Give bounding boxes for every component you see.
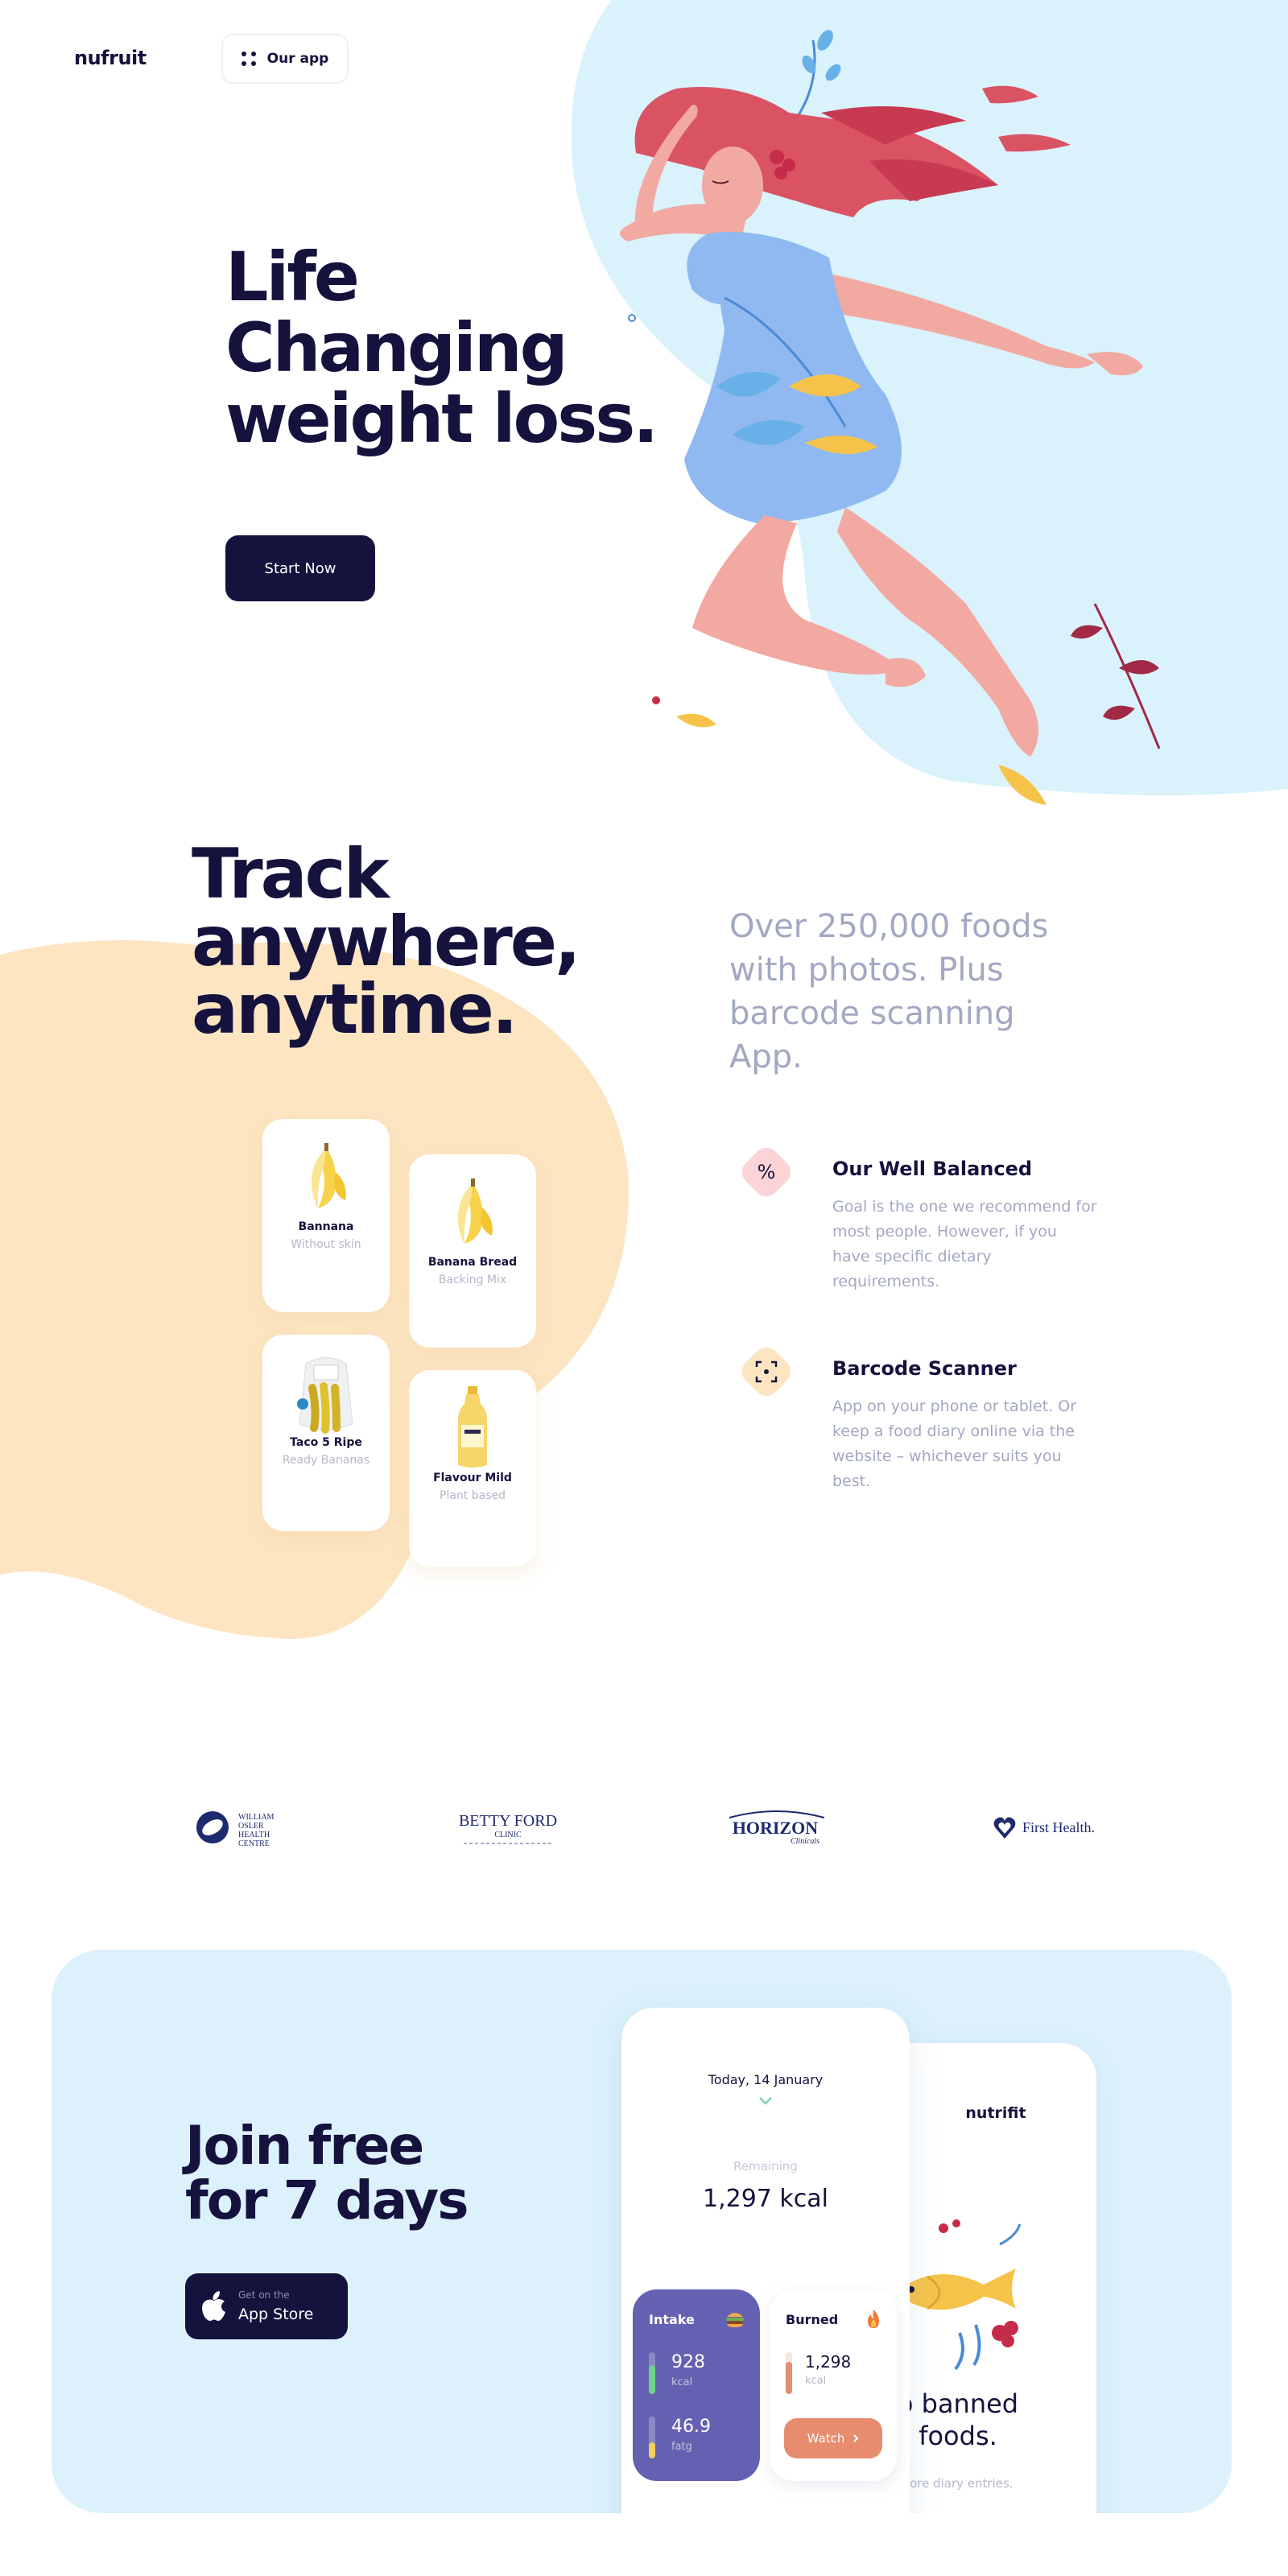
feature-desc: Goal is the one we recommend for most pe… xyxy=(832,1198,1097,1290)
fat-progress-bar xyxy=(649,2417,655,2458)
feature-barcode-scanner: Barcode Scanner App on your phone or tab… xyxy=(734,1340,1104,1501)
intake-kcal-value: 928 xyxy=(671,2352,705,2372)
burned-kcal-unit: kcal xyxy=(805,2375,827,2387)
track-title-line-2: anywhere, xyxy=(192,902,581,982)
store-small-label: Get on the xyxy=(238,2289,290,2301)
grid-icon xyxy=(241,52,256,66)
partner-logo-first-health: First Health. xyxy=(993,1817,1095,1839)
food-card-banana-bread[interactable]: Banana Bread Backing Mix xyxy=(409,1154,536,1348)
join-title: Join free for 7 days xyxy=(185,2115,469,2231)
svg-text:HEALTH: HEALTH xyxy=(238,1831,270,1839)
partner-logo-betty-ford: BETTY FORD CLINIC xyxy=(459,1812,557,1844)
chevron-down-icon[interactable] xyxy=(758,2096,773,2106)
join-title-line-2: for 7 days xyxy=(185,2169,469,2231)
date-label[interactable]: Today, 14 January xyxy=(621,2072,910,2087)
remaining-label: Remaining xyxy=(733,2159,798,2174)
svg-text:WILLIAM: WILLIAM xyxy=(238,1813,275,1822)
feature-title: Our Well Balanced xyxy=(832,1158,1033,1180)
store-big-label: App Store xyxy=(238,2306,314,2323)
woman-leaping-illustration xyxy=(620,30,1161,805)
phone-mockup-front: Today, 14 January Remaining 1,297 kcal I… xyxy=(621,2008,910,2513)
svg-text:CENTRE: CENTRE xyxy=(238,1839,270,1848)
svg-text:BETTY FORD: BETTY FORD xyxy=(459,1812,557,1830)
food-name: Taco 5 Ripe xyxy=(290,1436,362,1449)
feature-title: Barcode Scanner xyxy=(832,1357,1017,1380)
food-name: Flavour Mild xyxy=(433,1472,512,1484)
apple-icon xyxy=(202,2291,225,2321)
banana-icon xyxy=(262,1119,390,1216)
track-section: Track anywhere, anytime. Bannana Without… xyxy=(0,834,1288,1703)
percent-symbol: % xyxy=(758,1161,776,1183)
logo[interactable]: nufruit xyxy=(74,47,147,69)
chevron-right-icon xyxy=(853,2434,859,2442)
track-title-line-3: anytime. xyxy=(192,969,518,1050)
intake-kcal-unit: kcal xyxy=(671,2376,693,2388)
watch-label: Watch xyxy=(807,2431,845,2446)
our-app-button[interactable]: Our app xyxy=(221,34,349,84)
partner-logo-horizon: HORIZON Clinicals xyxy=(729,1810,825,1846)
intake-fat-unit: fatg xyxy=(671,2441,692,2453)
track-subtitle: Over 250,000 foods with photos. Plus bar… xyxy=(729,908,1049,1075)
svg-text:HORIZON: HORIZON xyxy=(733,1818,818,1838)
svg-text:OSLER: OSLER xyxy=(238,1822,264,1831)
food-sub: Ready Bananas xyxy=(282,1454,370,1467)
food-card-flavour-mild[interactable]: Flavour Mild Plant based xyxy=(409,1370,536,1567)
kcal-progress-bar xyxy=(649,2352,655,2394)
svg-text:Clinicals: Clinicals xyxy=(791,1837,819,1846)
track-title: Track anywhere, anytime. xyxy=(192,834,581,1050)
food-sub: Plant based xyxy=(440,1489,506,1502)
join-section: Join free for 7 days Get on the App Stor… xyxy=(52,1950,1232,2513)
svg-text:CLINIC: CLINIC xyxy=(494,1831,522,1839)
intake-card[interactable]: Intake 928 kcal 46.9 fatg xyxy=(633,2289,760,2481)
percent-icon: % xyxy=(734,1140,799,1204)
burned-progress-bar xyxy=(786,2352,792,2394)
burned-kcal-value: 1,298 xyxy=(805,2352,852,2372)
milk-bottle-icon xyxy=(409,1370,536,1468)
food-sub: Backing Mix xyxy=(438,1274,507,1286)
feature-desc: App on your phone or tablet. Or keep a f… xyxy=(832,1397,1077,1490)
banana-icon xyxy=(409,1154,536,1251)
intake-title: Intake xyxy=(649,2312,695,2327)
scan-icon xyxy=(734,1340,799,1404)
hero-section: nufruit Our app Life Changing weight los… xyxy=(0,0,1288,834)
fire-icon xyxy=(868,2310,879,2328)
start-now-button[interactable]: Start Now xyxy=(225,535,375,601)
food-name: Banana Bread xyxy=(427,1256,518,1269)
intake-fat-value: 46.9 xyxy=(671,2417,711,2437)
food-sub: Without skin xyxy=(291,1238,361,1251)
food-card-taco-5-ripe[interactable]: Taco 5 Ripe Ready Bananas xyxy=(262,1335,390,1531)
feature-well-balanced: % Our Well Balanced Goal is the one we r… xyxy=(734,1140,1104,1301)
food-name: Bannana xyxy=(298,1220,354,1233)
our-app-label: Our app xyxy=(266,51,329,67)
app-store-button[interactable]: Get on the App Store xyxy=(185,2273,348,2339)
watch-button[interactable]: Watch xyxy=(784,2418,882,2458)
partner-logos: WILLIAM OSLER HEALTH CENTRE BETTY FORD C… xyxy=(0,1779,1288,1868)
remaining-value: 1,297 kcal xyxy=(702,2185,828,2213)
join-title-line-1: Join free xyxy=(185,2115,424,2177)
burned-card[interactable]: Burned 1,298 kcal Watch xyxy=(770,2289,897,2481)
partner-logo-william-osler: WILLIAM OSLER HEALTH CENTRE xyxy=(196,1811,275,1848)
svg-text:First Health.: First Health. xyxy=(1022,1819,1095,1835)
track-title-line-1: Track xyxy=(192,834,390,914)
burned-title: Burned xyxy=(786,2312,839,2327)
food-card-bannana[interactable]: Bannana Without skin xyxy=(262,1119,390,1312)
banana-bag-icon xyxy=(262,1335,390,1434)
burger-icon xyxy=(726,2313,744,2327)
